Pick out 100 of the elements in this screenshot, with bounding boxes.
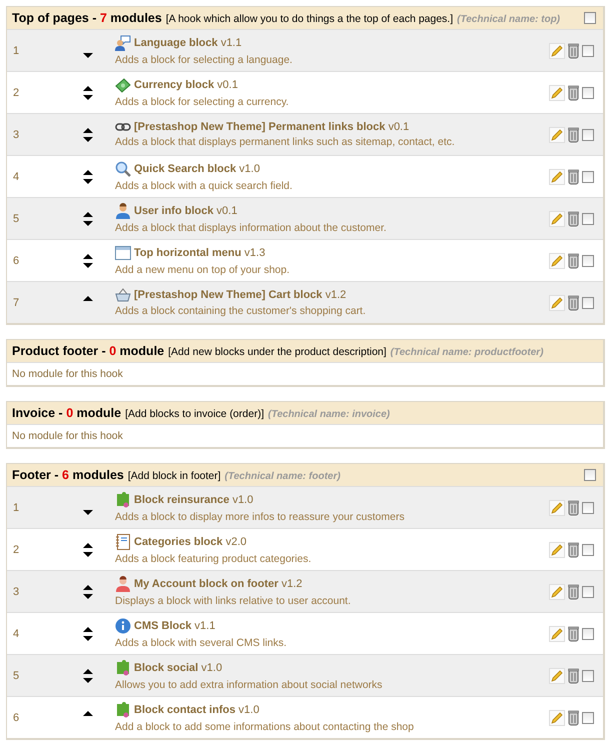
hook-title: Invoice - 0 module [12,406,122,420]
module-checkbox[interactable] [582,296,594,308]
module-description: Adds a block with several CMS links. [115,637,288,649]
trash-icon[interactable] [568,126,579,142]
module-checkbox[interactable] [582,670,594,682]
module-checkbox[interactable] [582,502,594,514]
module-description: Adds a block containing the customer's shopping cart. [115,305,367,317]
hook-description: [Add blocks to invoice (order)] [125,408,264,420]
module-checkbox[interactable] [582,712,594,724]
position-number: 1 [12,502,20,514]
technical-name: (Technical name: invoice) [268,409,390,420]
module-description: Adds a block for selecting a language. [115,54,294,66]
select-all-checkbox[interactable] [584,469,596,481]
trash-icon[interactable] [568,168,579,184]
module-name: CMS Block v1.1 [134,620,216,632]
hook-description: [Add block in footer] [128,470,221,482]
basket-icon [115,288,131,302]
edit-icon[interactable] [549,168,565,184]
trash-icon[interactable] [568,500,579,516]
trash-icon[interactable] [568,710,579,726]
position-number: 2 [12,86,20,98]
move-arrows-icon[interactable] [82,126,94,142]
edit-icon[interactable] [549,84,565,100]
move-arrows-icon[interactable] [82,84,94,100]
position-number: 7 [12,296,20,308]
user-icon [115,203,131,219]
edit-icon[interactable] [549,210,565,226]
position-number: 5 [12,670,20,682]
hook-title: Top of pages - 7 modules [12,11,162,25]
edit-icon[interactable] [549,542,565,558]
edit-icon[interactable] [549,626,565,642]
module-checkbox[interactable] [582,544,594,556]
technical-name: (Technical name: top) [457,14,560,25]
module-name: Quick Search block v1.0 [134,163,260,175]
move-arrows-icon[interactable] [82,252,94,268]
module-name: My Account block on footer v1.2 [134,578,302,590]
module-checkbox[interactable] [582,86,594,98]
edit-icon[interactable] [549,668,565,684]
module-checkbox[interactable] [582,44,594,56]
move-arrows-icon[interactable] [82,668,94,684]
position-number: 2 [12,544,20,556]
edit-icon[interactable] [549,42,565,58]
magnifier-icon [115,161,131,177]
trash-icon[interactable] [568,252,579,268]
user-icon [115,576,131,592]
trash-icon[interactable] [568,626,579,642]
trash-icon[interactable] [568,542,579,558]
position-number: 4 [12,170,20,182]
module-checkbox[interactable] [582,586,594,598]
module-checkbox[interactable] [582,254,594,266]
edit-icon[interactable] [549,584,565,600]
edit-icon[interactable] [549,126,565,142]
module-name: Block social v1.0 [134,662,222,674]
module-description: Add a block to add some informations about contacting the shop [115,721,415,733]
hook-description: [A hook which allow you to do things a the top of each pages.] [166,13,454,25]
position-number: 6 [12,254,20,266]
puzzle-piece-icon [115,492,131,508]
edit-icon[interactable] [549,294,565,310]
notebook-icon [115,534,131,550]
trash-icon[interactable] [568,210,579,226]
chain-link-icon [115,122,131,132]
module-description: Adds a block that displays permanent links such as sitemap, contact, etc. [115,136,456,148]
puzzle-piece-icon [115,702,131,718]
module-name: [Prestashop New Theme] Permanent links block v0.1 [134,121,410,133]
edit-icon[interactable] [549,710,565,726]
position-number: 5 [12,212,20,224]
position-number: 4 [12,628,20,640]
hook-title: Footer - 6 modules [12,468,124,482]
trash-icon[interactable] [568,84,579,100]
technical-name: (Technical name: footer) [224,471,340,482]
trash-icon[interactable] [568,294,579,310]
position-number: 3 [12,128,20,140]
trash-icon[interactable] [568,42,579,58]
module-name: Top horizontal menu v1.3 [134,247,266,259]
select-all-checkbox[interactable] [584,12,596,24]
banknote-icon [115,77,131,93]
module-checkbox[interactable] [582,128,594,140]
module-description: Adds a block for selecting a currency. [115,96,290,108]
trash-icon[interactable] [568,668,579,684]
module-name: Block contact infos v1.0 [134,704,260,716]
puzzle-piece-icon [115,660,131,676]
move-arrows-icon[interactable] [82,584,94,600]
move-arrows-icon[interactable] [82,210,94,226]
trash-icon[interactable] [568,584,579,600]
position-number: 6 [12,712,20,724]
technical-name: (Technical name: productfooter) [390,347,544,358]
module-checkbox[interactable] [582,212,594,224]
module-description: Adds a block featuring product categories. [115,553,312,565]
edit-icon[interactable] [549,252,565,268]
module-description: Allows you to add extra information about social networks [115,679,384,691]
module-checkbox[interactable] [582,170,594,182]
module-description: Add a new menu on top of your shop. [115,264,291,276]
module-description: Adds a block with a quick search field. [115,180,294,192]
move-arrows-icon[interactable] [82,626,94,642]
move-arrows-icon[interactable] [82,168,94,184]
edit-icon[interactable] [549,500,565,516]
move-arrows-icon[interactable] [82,542,94,558]
module-checkbox[interactable] [582,628,594,640]
position-number: 1 [12,44,20,56]
module-description: Adds a block that displays information about the customer. [115,222,388,234]
